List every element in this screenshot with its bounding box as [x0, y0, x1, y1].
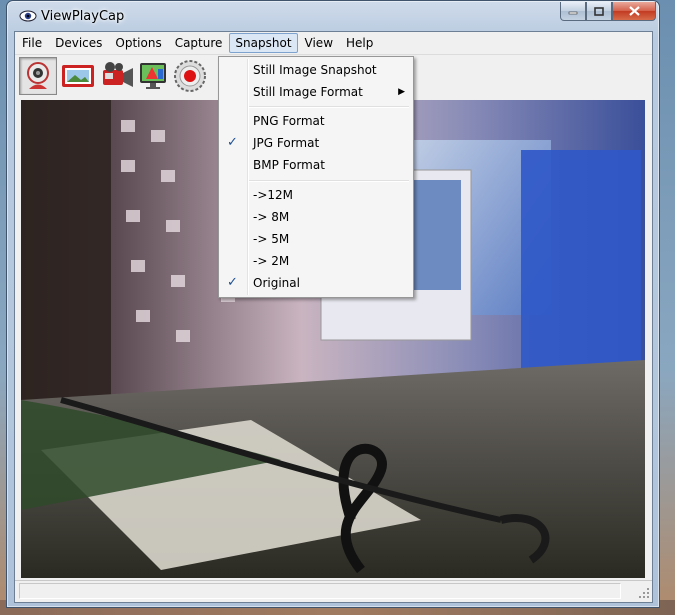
menu-item-12m[interactable]: ->12M: [219, 184, 413, 206]
menu-item-label: PNG Format: [253, 114, 325, 128]
menu-item-label: -> 5M: [253, 232, 290, 246]
menu-snapshot[interactable]: Snapshot: [229, 33, 298, 53]
snapshot-dropdown-menu: Still Image Snapshot Still Image Format …: [218, 56, 414, 298]
webcam-button[interactable]: [19, 57, 57, 95]
photo-button[interactable]: [59, 57, 97, 95]
menu-view[interactable]: View: [299, 33, 339, 53]
close-button[interactable]: [612, 2, 656, 21]
menu-item-jpg-format[interactable]: ✓ JPG Format: [219, 132, 413, 154]
menu-bar: File Devices Options Capture Snapshot Vi…: [15, 32, 652, 55]
resize-grip-icon[interactable]: [638, 587, 650, 599]
close-icon: [628, 6, 640, 16]
webcam-icon: [27, 62, 49, 89]
checkmark-icon: ✓: [227, 275, 238, 290]
checkmark-icon: ✓: [227, 135, 238, 150]
menu-item-2m[interactable]: -> 2M: [219, 250, 413, 272]
status-pane: [19, 583, 621, 599]
menu-separator: [249, 106, 409, 108]
menu-item-label: Still Image Snapshot: [253, 63, 377, 77]
camcorder-icon: [103, 62, 133, 87]
menu-item-label: BMP Format: [253, 158, 325, 172]
menu-item-8m[interactable]: -> 8M: [219, 206, 413, 228]
caption-buttons: [560, 2, 656, 22]
menu-item-label: -> 8M: [253, 210, 290, 224]
window-title: ViewPlayCap: [41, 9, 125, 24]
camcorder-button[interactable]: [99, 57, 137, 95]
maximize-icon: [594, 6, 604, 16]
title-bar[interactable]: ViewPlayCap: [7, 1, 659, 31]
menu-item-still-image-snapshot[interactable]: Still Image Snapshot: [219, 59, 413, 81]
status-bar: [15, 580, 652, 601]
maximize-button[interactable]: [586, 2, 612, 21]
menu-item-png-format[interactable]: PNG Format: [219, 110, 413, 132]
menu-help[interactable]: Help: [340, 33, 379, 53]
minimize-icon: [568, 11, 578, 15]
menu-item-label: Still Image Format: [253, 85, 363, 99]
menu-item-label: ->12M: [253, 188, 294, 202]
record-icon: [174, 60, 206, 92]
menu-item-label: Original: [253, 276, 300, 290]
eye-app-icon: [19, 10, 37, 22]
record-button[interactable]: [171, 57, 209, 95]
menu-file[interactable]: File: [16, 33, 48, 53]
menu-capture[interactable]: Capture: [169, 33, 229, 53]
minimize-button[interactable]: [560, 2, 586, 21]
photo-icon: [62, 65, 94, 87]
menu-item-label: -> 2M: [253, 254, 290, 268]
menu-separator: [249, 180, 409, 182]
menu-item-5m[interactable]: -> 5M: [219, 228, 413, 250]
monitor-icon: [140, 63, 166, 89]
monitor-button[interactable]: [135, 57, 173, 95]
menu-item-label: JPG Format: [253, 136, 320, 150]
menu-options[interactable]: Options: [109, 33, 167, 53]
submenu-arrow-icon: ▶: [398, 87, 405, 97]
menu-item-bmp-format[interactable]: BMP Format: [219, 154, 413, 176]
menu-devices[interactable]: Devices: [49, 33, 108, 53]
menu-item-original[interactable]: ✓ Original: [219, 272, 413, 294]
menu-item-still-image-format[interactable]: Still Image Format ▶: [219, 81, 413, 103]
